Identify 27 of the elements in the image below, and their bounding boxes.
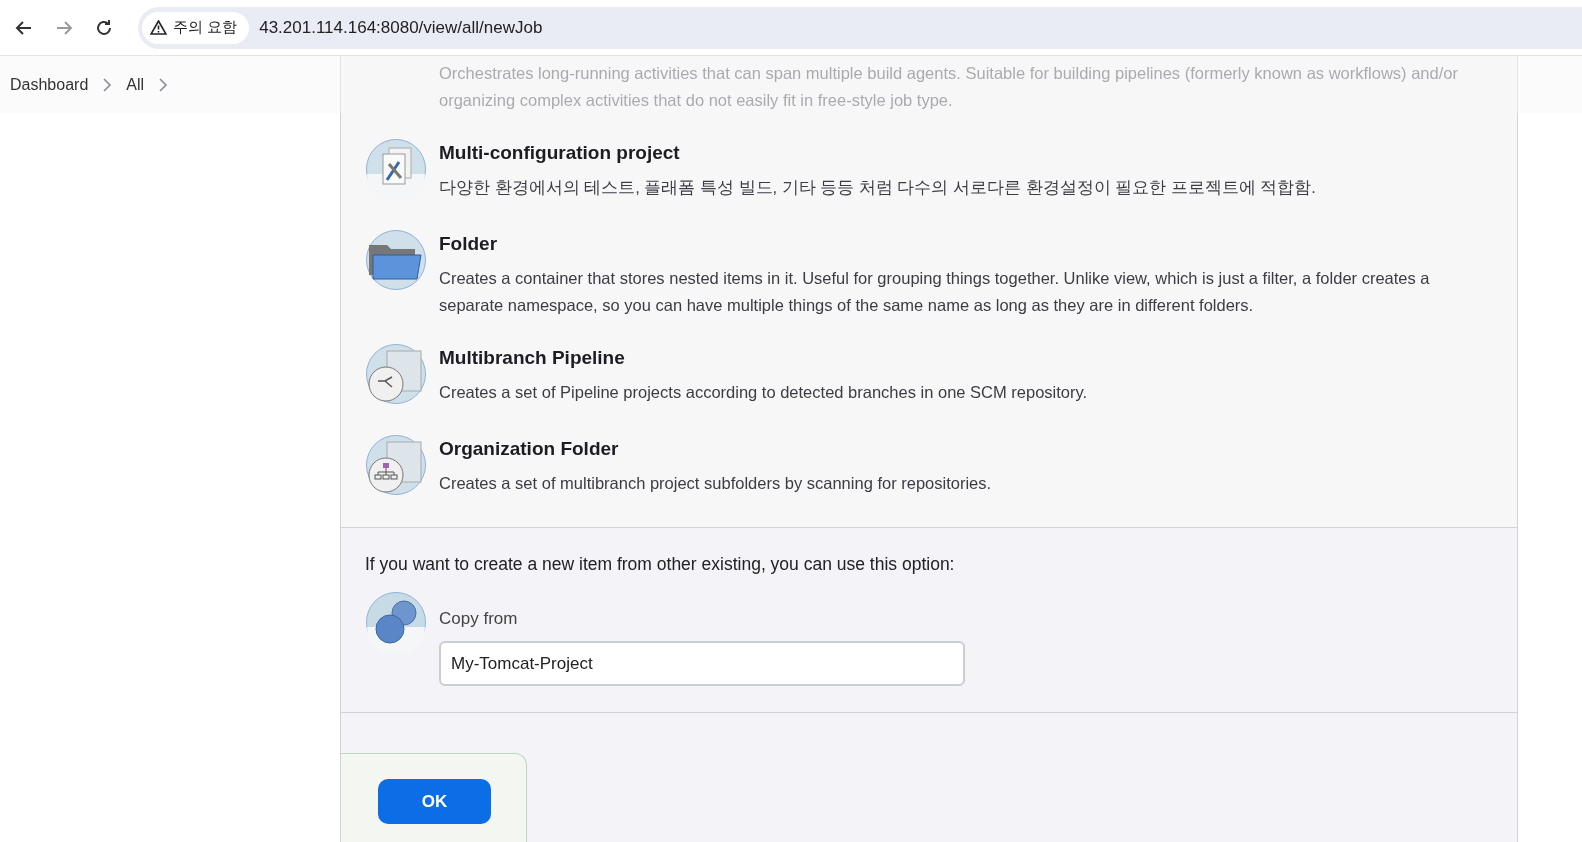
breadcrumb-link[interactable]: Dashboard [10, 75, 89, 94]
folder-icon [365, 229, 427, 291]
breadcrumb-link[interactable]: All [126, 75, 145, 94]
ok-button[interactable]: OK [378, 779, 491, 824]
chevron-icon [158, 77, 169, 92]
address-bar[interactable]: 주의 요함 43.201.114.164:8080/view/all/newJob [138, 6, 1582, 49]
item-type-title[interactable]: Folder [439, 233, 1459, 255]
item-type-title[interactable]: Multibranch Pipeline [439, 347, 1088, 369]
copy-option-prompt: If you want to create a new item from other existing, you can use this option: [365, 554, 956, 575]
tools-document-icon [365, 138, 427, 200]
org-chart-folder-icon [365, 434, 427, 496]
item-type-title[interactable]: Organization Folder [439, 438, 992, 460]
reload-icon [94, 17, 114, 38]
chevron-icon [102, 77, 113, 92]
url-text: 43.201.114.164:8080/view/all/newJob [259, 17, 543, 38]
item-type-description: Creates a container that stores nested items in it. Useful for grouping things together. Unlike view, which is just a filter, a folder creates a separate namespace, so you can have multiple things of the same name as long as they are in different folders. [439, 268, 1431, 316]
item-type-description: 다양한 환경에서의 테스트, 플래폼 특성 빌드, 기타 등등 처럼 다수의 서로다른 환경설정이 필요한 프로젝트에 적합함. [439, 177, 1316, 198]
item-type-title[interactable]: Multi-configuration project [439, 142, 1316, 164]
copy-from-field[interactable]: My-Tomcat-Project [439, 641, 965, 686]
item-type-description: Creates a set of multibranch project subfolders by scanning for repositories. [439, 473, 992, 494]
item-type-description: Orchestrates long-running activities that can span multiple build agents. Suitable for building pipelines (formerly known as workflows) and/or organizing complex activities that do not easily fit in free-style job type. [439, 63, 1459, 111]
branch-folder-icon [365, 343, 427, 405]
spheres-icon [365, 591, 427, 653]
copy-from-label: Copy from [439, 609, 519, 629]
security-warning-button[interactable]: 주의 요함 [142, 11, 250, 44]
item-type-description: Creates a set of Pipeline projects according to detected branches in one SCM repository. [439, 382, 1088, 403]
warning-icon [150, 20, 167, 35]
